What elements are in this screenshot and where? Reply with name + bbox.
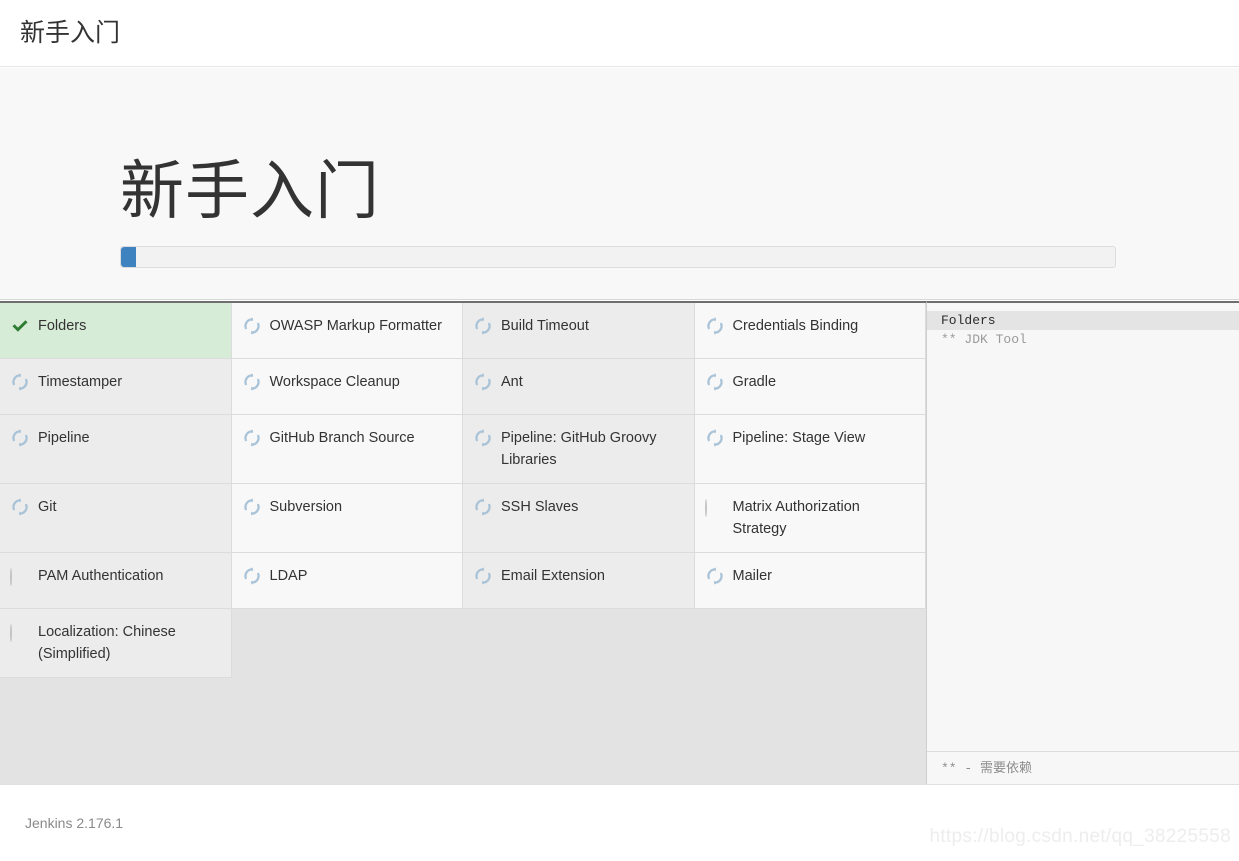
plugin-name-label: Pipeline: GitHub Groovy Libraries [501, 430, 657, 468]
install-log-panel[interactable]: Folders ** JDK Tool ** - 需要依赖 [926, 301, 1239, 784]
plugin-name-label: GitHub Branch Source [269, 430, 415, 446]
plugin-cell: Credentials Binding [694, 303, 926, 359]
plugin-grid-row: Timestamper Workspace Cleanup Ant Gradle [0, 359, 926, 415]
spinner-icon [242, 497, 262, 517]
plugin-cell: Localization: Chinese (Simplified) [0, 609, 232, 678]
plugin-cell: Pipeline: GitHub Groovy Libraries [463, 415, 695, 484]
plugin-name-label: SSH Slaves [501, 499, 579, 515]
plugin-cell: Build Timeout [463, 303, 695, 359]
plugin-name-label: Matrix Authorization Strategy [732, 499, 860, 537]
page-title: 新手入门 [20, 19, 121, 47]
spinner-icon [242, 566, 262, 586]
jenkins-version-label: Jenkins 2.176.1 [25, 815, 124, 831]
plugin-cell-empty [694, 609, 926, 678]
spinner-icon [242, 372, 262, 392]
plugin-cell-empty [463, 609, 695, 678]
install-log-body: Folders ** JDK Tool [927, 303, 1239, 751]
plugin-install-panel: Folders OWASP Markup Formatter Build Timeo… [0, 301, 926, 784]
plugin-name-label: Git [38, 499, 57, 515]
plugin-cell: Pipeline [0, 415, 232, 484]
plugin-cell: Subversion [231, 484, 463, 553]
plugin-cell: LDAP [231, 553, 463, 609]
spinner-icon [473, 497, 493, 517]
install-log-line: ** JDK Tool [941, 332, 1027, 347]
plugin-grid-row: Pipeline GitHub Branch Source Pipeline: Gi… [0, 415, 926, 484]
install-log-line: Folders [927, 311, 1239, 330]
spinner-icon [705, 372, 725, 392]
pending-circle-icon [704, 497, 725, 517]
getting-started-page: 新手入门 新手入门 Folders OWASP Markup Formatter B… [0, 0, 1239, 861]
plugin-cell: SSH Slaves [463, 484, 695, 553]
plugin-cell: Git [0, 484, 232, 553]
plugin-name-label: Timestamper [38, 374, 123, 390]
plugin-name-label: Pipeline: Stage View [732, 430, 866, 446]
page-footer: Jenkins 2.176.1 [0, 784, 1239, 861]
plugin-name-label: Workspace Cleanup [269, 374, 400, 390]
plugin-cell: Mailer [694, 553, 926, 609]
spinner-icon [705, 428, 725, 448]
plugin-name-label: Pipeline [38, 430, 90, 446]
hero-section: 新手入门 [0, 68, 1239, 300]
plugin-cell: PAM Authentication [0, 553, 232, 609]
spinner-icon [705, 316, 725, 336]
plugin-name-label: OWASP Markup Formatter [269, 318, 442, 334]
plugin-name-label: Credentials Binding [732, 318, 859, 334]
spinner-icon [242, 428, 262, 448]
spinner-icon [10, 497, 30, 517]
plugin-name-label: Subversion [269, 499, 343, 515]
log-dependency-note: ** - 需要依赖 [927, 751, 1239, 784]
plugin-name-label: Build Timeout [501, 318, 589, 334]
plugin-name-label: PAM Authentication [38, 568, 164, 584]
plugin-cell: Workspace Cleanup [231, 359, 463, 415]
install-progress-bar [120, 246, 1116, 268]
plugin-cell: GitHub Branch Source [231, 415, 463, 484]
install-progress-fill [121, 247, 136, 267]
plugin-grid: Folders OWASP Markup Formatter Build Timeo… [0, 303, 926, 678]
spinner-icon [473, 372, 493, 392]
plugin-cell: Timestamper [0, 359, 232, 415]
plugin-cell: Matrix Authorization Strategy [694, 484, 926, 553]
spinner-icon [473, 566, 493, 586]
plugin-name-label: Ant [501, 374, 523, 390]
plugin-grid-row: Localization: Chinese (Simplified) [0, 609, 926, 678]
page-header: 新手入门 [0, 0, 1239, 67]
plugin-name-label: Localization: Chinese (Simplified) [38, 624, 176, 662]
plugin-cell-empty [231, 609, 463, 678]
check-icon [10, 316, 30, 336]
spinner-icon [242, 316, 262, 336]
plugin-name-label: Gradle [732, 374, 777, 390]
plugin-cell: Email Extension [463, 553, 695, 609]
plugin-grid-row: PAM Authentication LDAP Email Extension Mai… [0, 553, 926, 609]
pending-circle-icon [10, 566, 30, 586]
plugin-grid-row: Git Subversion SSH Slaves Matrix Authorizat… [0, 484, 926, 553]
plugin-name-label: Folders [38, 318, 87, 334]
plugin-name-label: LDAP [269, 568, 308, 584]
plugin-cell: Ant [463, 359, 695, 415]
plugin-name-label: Mailer [732, 568, 772, 584]
spinner-icon [473, 428, 493, 448]
spinner-icon [10, 372, 30, 392]
plugin-cell: Pipeline: Stage View [694, 415, 926, 484]
pending-circle-icon [10, 622, 30, 642]
watermark-text: https://blog.csdn.net/qq_38225558 [929, 826, 1231, 847]
plugin-cell: Folders [0, 303, 232, 359]
plugin-grid-row: Folders OWASP Markup Formatter Build Timeo… [0, 303, 926, 359]
hero-title: 新手入门 [120, 155, 380, 227]
plugin-cell: Gradle [694, 359, 926, 415]
plugin-cell: OWASP Markup Formatter [231, 303, 463, 359]
spinner-icon [473, 316, 493, 336]
spinner-icon [705, 566, 725, 586]
spinner-icon [10, 428, 30, 448]
main-content: Folders OWASP Markup Formatter Build Timeo… [0, 301, 1239, 784]
plugin-name-label: Email Extension [501, 568, 605, 584]
